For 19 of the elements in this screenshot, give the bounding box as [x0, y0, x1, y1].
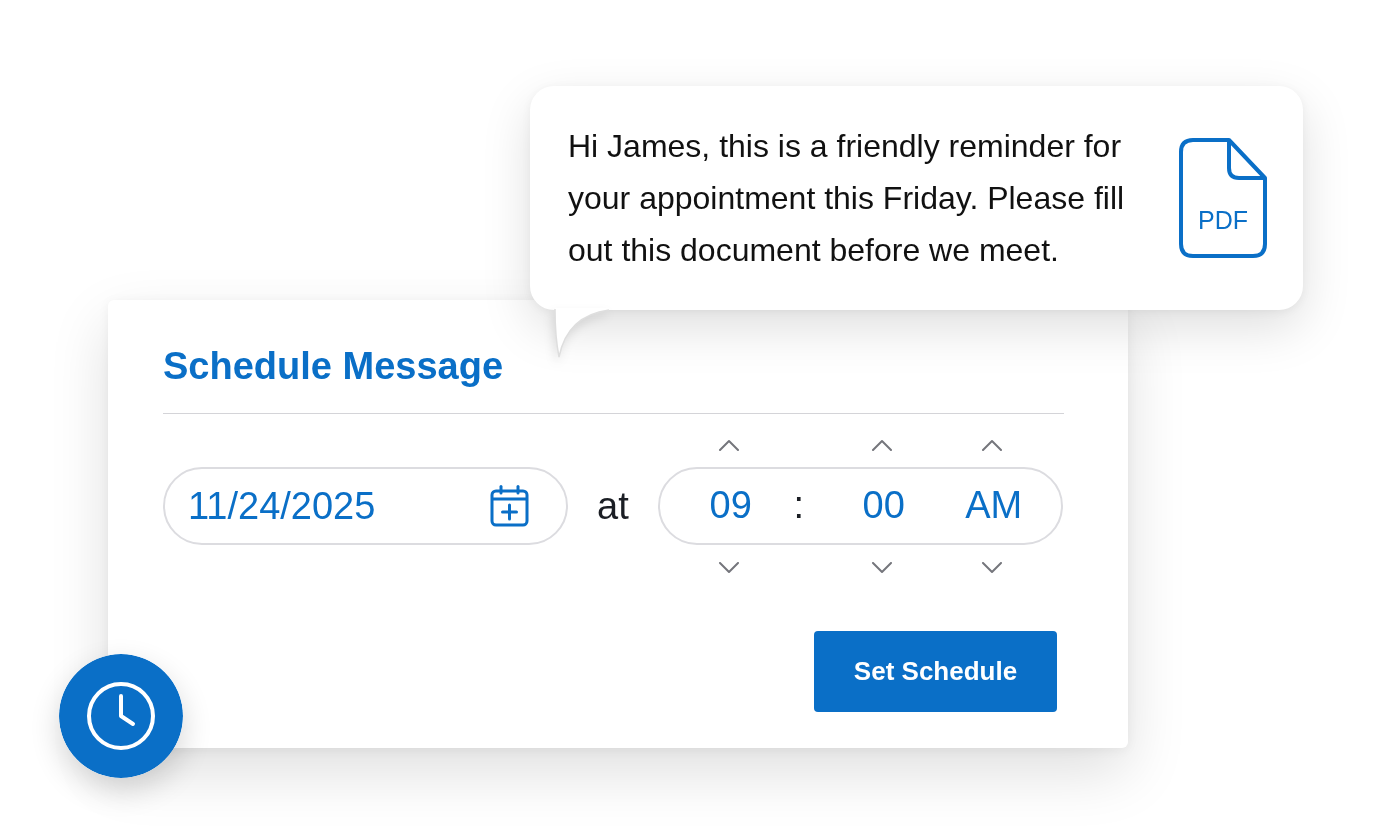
chevron-up-icon[interactable] — [980, 438, 1003, 451]
at-label: at — [597, 484, 629, 528]
time-segment-field[interactable]: 09 — [709, 483, 752, 528]
chevron-down-icon[interactable] — [980, 561, 1003, 574]
chevron-down-icon[interactable] — [870, 561, 893, 574]
message-text: Hi James, this is a friendly reminder for your appointment this Friday. Please fill out this document before we meet. — [568, 127, 1126, 270]
file-type-label: PDF — [1198, 206, 1248, 234]
time-field[interactable]: 09 : 00 AM — [657, 466, 1063, 545]
chevron-down-icon[interactable] — [717, 561, 740, 574]
set-schedule-button[interactable]: Set Schedule — [814, 630, 1057, 712]
period-field[interactable]: AM — [965, 483, 1023, 528]
time-segment-field[interactable]: 00 — [862, 483, 905, 528]
calendar-plus-icon[interactable] — [490, 485, 529, 528]
document-icon[interactable] — [1177, 136, 1269, 260]
chevron-up-icon[interactable] — [717, 438, 740, 451]
chevron-up-icon[interactable] — [870, 438, 893, 451]
card-title: Schedule Message — [163, 345, 504, 389]
date-field[interactable]: 11/24/2025 — [163, 467, 568, 546]
time-separator: : — [793, 483, 804, 528]
